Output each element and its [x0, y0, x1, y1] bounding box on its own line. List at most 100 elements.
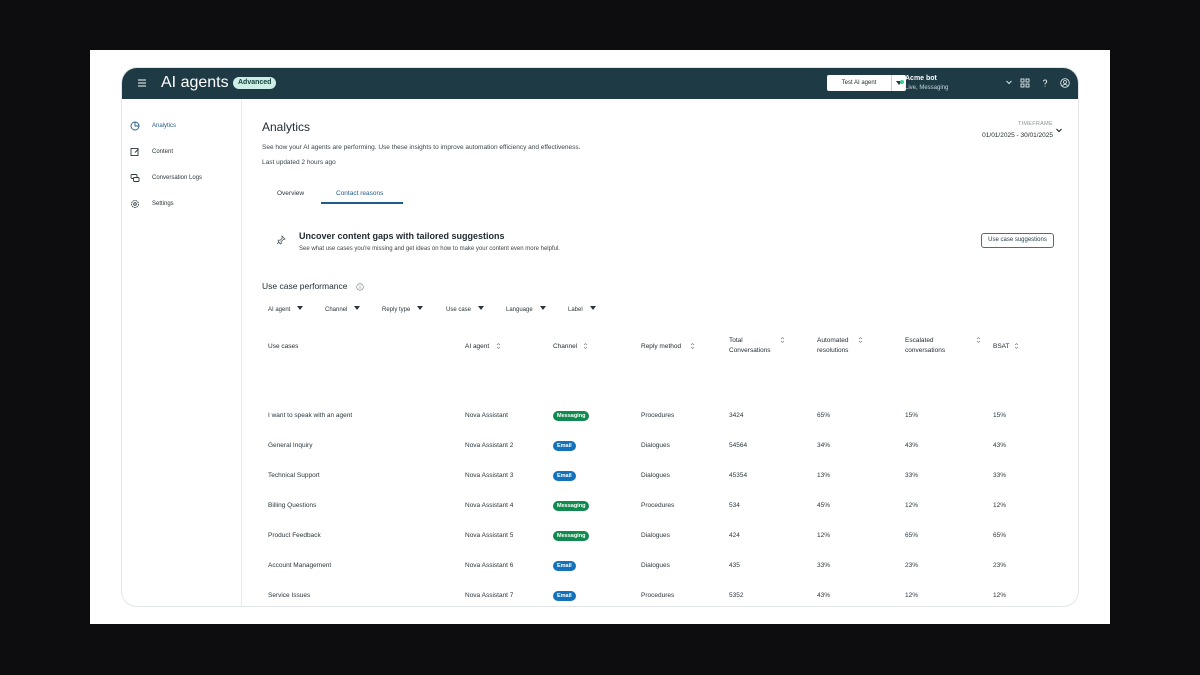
screenshot-frame: AI agents Advanced Test AI agent Acme bo…	[90, 50, 1110, 624]
cell-automated-resolutions: 65%	[817, 412, 831, 419]
main-content: Analytics See how your AI agents are per…	[243, 99, 1078, 606]
channel-badge-messaging: Messaging	[553, 501, 590, 511]
sort-icon[interactable]	[976, 336, 981, 344]
user-avatar-icon[interactable]	[1059, 77, 1071, 89]
live-status-dot	[900, 80, 904, 84]
caret-down-icon	[478, 306, 485, 310]
filter-label-dropdown[interactable]: Label	[568, 305, 596, 315]
caret-down-icon	[539, 306, 546, 310]
cell-automated-resolutions: 12%	[817, 532, 831, 539]
channel-badge-messaging: Messaging	[553, 531, 590, 541]
filter-label: Language	[506, 307, 533, 313]
cell-automated-resolutions: 43%	[817, 592, 831, 599]
cell-total-conversations: 534	[729, 502, 740, 509]
cell-automated-resolutions: 13%	[817, 472, 831, 479]
cell-total-conversations: 3424	[729, 412, 744, 419]
header-use-cases[interactable]: Use cases	[268, 342, 298, 352]
filter-ai-agent[interactable]: AI agent	[268, 305, 304, 315]
cell-bsat: 23%	[993, 562, 1007, 569]
apps-grid-icon[interactable]	[1019, 77, 1031, 89]
sort-icon[interactable]	[690, 342, 695, 350]
cell-total-conversations: 54564	[729, 442, 748, 449]
header-ai-agent[interactable]: AI agent	[465, 342, 489, 352]
header-bsat[interactable]: BSAT	[993, 342, 1010, 352]
channel-badge-email: Email	[553, 441, 576, 451]
cell-total-conversations: 45354	[729, 472, 748, 479]
tab-overview[interactable]: Overview	[277, 189, 304, 199]
header-total-line2[interactable]: Conversations	[729, 346, 771, 356]
cell-total-conversations: 424	[729, 532, 740, 539]
header-channel[interactable]: Channel	[553, 342, 577, 352]
cell-total-conversations: 435	[729, 562, 740, 569]
cell-escalated-conversations: 23%	[905, 562, 919, 569]
cell-bsat: 65%	[993, 532, 1007, 539]
filter-label: Label	[568, 307, 583, 313]
sidebar-item-settings[interactable]: Settings	[130, 196, 240, 212]
sidebar-item-label: Conversation Logs	[152, 175, 203, 181]
cell-ai-agent: Nova Assistant 4	[465, 502, 514, 509]
header-automated-line1[interactable]: Automated	[817, 336, 848, 346]
sidebar-item-content[interactable]: Content	[130, 144, 240, 160]
analytics-icon	[130, 121, 140, 131]
filter-reply-type[interactable]: Reply type	[382, 305, 424, 315]
app-window: AI agents Advanced Test AI agent Acme bo…	[121, 67, 1079, 607]
help-icon[interactable]	[1039, 77, 1051, 89]
channel-badge-email: Email	[553, 561, 576, 571]
sidebar-item-conversation-logs[interactable]: Conversation Logs	[130, 170, 240, 186]
cell-use-case: I want to speak with an agent	[268, 412, 353, 419]
cell-bsat: 33%	[993, 472, 1007, 479]
sidebar-item-label: Analytics	[152, 123, 177, 129]
cell-ai-agent: Nova Assistant 2	[465, 442, 514, 449]
cell-escalated-conversations: 65%	[905, 532, 919, 539]
edit-icon	[130, 148, 139, 156]
cell-reply-method: Dialogues	[641, 472, 670, 479]
filter-label: Channel	[325, 307, 348, 313]
cell-escalated-conversations: 12%	[905, 502, 919, 509]
cell-bsat: 12%	[993, 592, 1007, 599]
cell-use-case: Billing Questions	[268, 502, 317, 509]
header-escalated-line2[interactable]: conversations	[905, 346, 945, 356]
caret-down-icon	[354, 306, 361, 310]
caret-down-icon	[297, 306, 304, 310]
sort-icon[interactable]	[496, 342, 501, 350]
info-icon[interactable]	[356, 283, 364, 291]
filter-channel[interactable]: Channel	[325, 305, 361, 315]
gear-icon	[131, 200, 139, 208]
tab-contact-reasons[interactable]: Contact reasons	[336, 189, 383, 199]
cell-ai-agent: Nova Assistant 3	[465, 472, 514, 479]
cell-automated-resolutions: 33%	[817, 562, 831, 569]
sort-icon[interactable]	[583, 342, 588, 350]
header-reply-method[interactable]: Reply method	[641, 342, 681, 352]
sort-icon[interactable]	[858, 336, 863, 344]
product-title: AI agents	[161, 74, 229, 91]
sort-icon[interactable]	[1014, 342, 1019, 350]
chevron-down-icon[interactable]	[1055, 126, 1063, 134]
filter-language[interactable]: Language	[506, 305, 546, 315]
cell-ai-agent: Nova Assistant	[465, 412, 508, 419]
menu-icon[interactable]	[135, 76, 149, 90]
filter-use-case[interactable]: Use case	[446, 305, 485, 315]
header-escalated-line1[interactable]: Escalated	[905, 336, 934, 346]
suggestion-description: See what use cases you're missing and ge…	[299, 246, 560, 252]
test-ai-agent-button[interactable]: Test AI agent	[827, 75, 891, 91]
header-total-line1[interactable]: Total	[729, 336, 743, 346]
cell-bsat: 12%	[993, 502, 1007, 509]
bot-status: Live, Messaging	[905, 85, 949, 91]
channel-badge-email: Email	[553, 471, 576, 481]
pin-icon	[276, 235, 286, 245]
last-updated: Last updated 2 hours ago	[262, 159, 336, 166]
use-case-suggestions-button[interactable]: Use case suggestions	[981, 233, 1054, 248]
channel-badge-email: Email	[553, 591, 576, 601]
cell-escalated-conversations: 33%	[905, 472, 919, 479]
cell-reply-method: Dialogues	[641, 442, 670, 449]
sort-icon[interactable]	[780, 336, 785, 344]
sidebar-item-analytics[interactable]: Analytics	[130, 118, 240, 134]
cell-bsat: 15%	[993, 412, 1007, 419]
header-automated-line2[interactable]: resolutions	[817, 346, 848, 356]
chat-icon	[130, 174, 140, 182]
chevron-down-icon[interactable]	[1005, 78, 1013, 86]
caret-down-icon	[589, 306, 596, 310]
test-options-dropdown[interactable]	[891, 75, 906, 91]
cell-use-case: Technical Support	[268, 472, 320, 479]
timeframe-selector[interactable]: 01/01/2025 - 30/01/2025	[982, 131, 1053, 141]
